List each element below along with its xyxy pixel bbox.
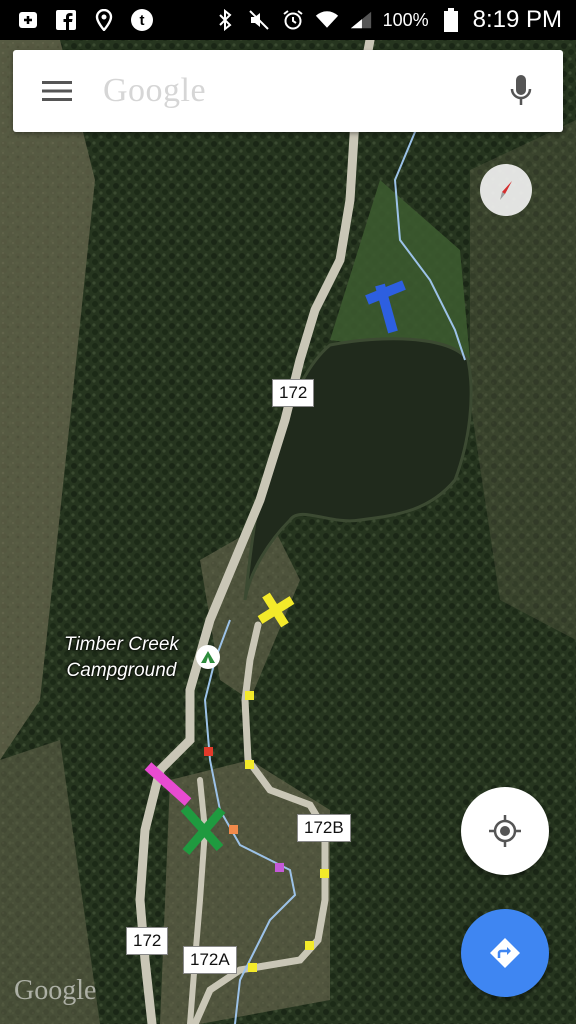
yellow-dot-marker — [248, 963, 257, 972]
google-watermark: Google — [14, 975, 97, 1006]
signal-icon — [349, 8, 373, 32]
directions-button[interactable] — [461, 909, 549, 997]
road-shield-172b: 172B — [297, 814, 351, 842]
location-pin-icon — [92, 8, 116, 32]
road-shield-172: 172 — [126, 927, 169, 955]
battery-percent: 100% — [382, 9, 429, 30]
orange-dot-marker — [229, 825, 238, 834]
red-dot-marker — [204, 747, 213, 756]
search-input[interactable]: Google — [87, 72, 493, 110]
yellow-dot-marker — [305, 941, 314, 950]
compass-button[interactable] — [480, 164, 532, 216]
hamburger-menu-icon — [42, 81, 72, 101]
campground-name-line2: Campground — [66, 660, 177, 681]
directions-icon — [490, 938, 520, 968]
my-location-button[interactable] — [461, 787, 549, 875]
purple-dot-marker — [275, 863, 284, 872]
campground-name-line1: Timber Creek — [64, 634, 179, 655]
campground-pin[interactable] — [196, 645, 220, 669]
mute-icon — [247, 8, 271, 32]
notification-plus-icon — [16, 8, 40, 32]
yellow-dot-marker — [320, 869, 329, 878]
tent-icon — [201, 651, 215, 663]
campground-label[interactable]: Timber Creek Campground — [64, 632, 179, 684]
svg-text:t: t — [140, 12, 145, 29]
clock-time: 8:19 PM — [472, 6, 562, 33]
status-bar: t 100% 8:19 PM — [0, 0, 576, 40]
yellow-dot-marker — [245, 691, 254, 700]
compass-icon — [500, 181, 512, 200]
yellow-dot-marker — [245, 760, 254, 769]
microphone-icon — [510, 75, 532, 105]
menu-button[interactable] — [27, 61, 87, 121]
search-bar[interactable]: Google — [13, 50, 563, 132]
road-shield-172: 172 — [272, 379, 315, 407]
road-shield-172a: 172A — [183, 946, 237, 974]
alarm-icon — [281, 8, 305, 32]
voice-search-button[interactable] — [493, 63, 549, 119]
tumblr-icon: t — [130, 8, 154, 32]
facebook-icon — [54, 8, 78, 32]
wifi-icon — [315, 8, 339, 32]
battery-icon — [439, 8, 463, 32]
bluetooth-icon — [213, 8, 237, 32]
crosshair-location-icon — [489, 815, 521, 847]
